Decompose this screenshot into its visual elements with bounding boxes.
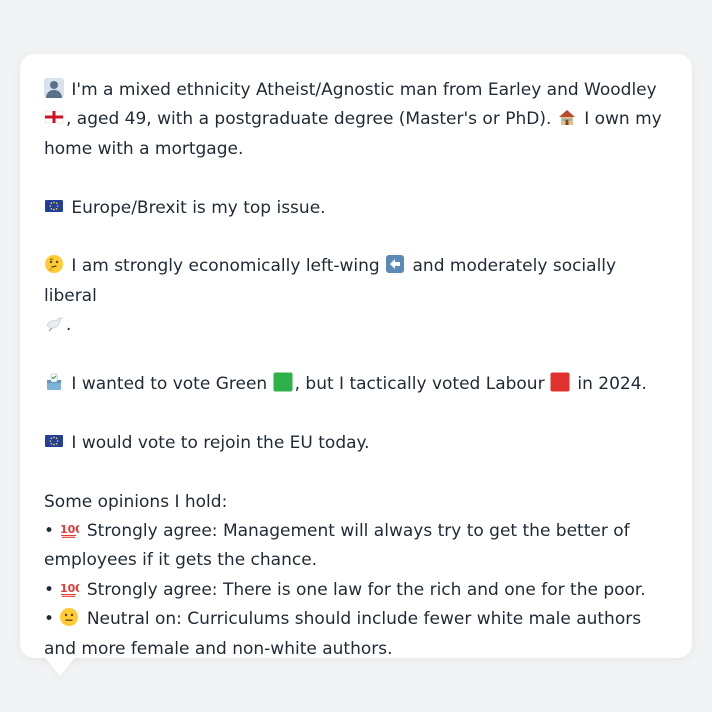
bubble-tail [42,654,78,676]
eu-text: I would vote to rejoin the EU today. [71,432,370,453]
green-square-icon [273,372,293,392]
economic-paragraph: I am strongly economically left-wing and… [44,252,668,340]
bullet: • [44,609,55,630]
neutral-face-icon [59,607,79,627]
person-icon [44,78,64,98]
eu-paragraph: I would vote to rejoin the EU today. [44,429,668,458]
ballot-box-icon [44,372,64,392]
vote-text-3: in 2024. [577,374,647,395]
identity-text-2: , aged 49, with a postgraduate degree (M… [66,109,552,130]
bullet: • [44,579,55,600]
opinion-text: Neutral on: Curriculums should include f… [44,609,642,659]
england-flag-icon [44,107,64,127]
eu-flag-icon [44,431,64,451]
eu-flag-icon [44,196,64,216]
opinion-item: • 100 Strongly agree: There is one law f… [44,576,668,605]
profile-bubble: I'm a mixed ethnicity Atheist/Agnostic m… [20,54,692,659]
identity-paragraph: I'm a mixed ethnicity Atheist/Agnostic m… [44,76,668,164]
red-square-icon [550,372,570,392]
opinions-section: Some opinions I hold: • 100 Strongly agr… [44,488,668,664]
hundred-points-icon: 100 [59,519,79,539]
economic-text-1: I am strongly economically left-wing [71,256,380,277]
vote-text-2: , but I tactically voted Labour [294,374,545,395]
vote-text-1: I wanted to vote Green [71,374,268,395]
hundred-points-icon: 100 [59,578,79,598]
svg-text:100: 100 [60,582,79,595]
thinking-face-icon [44,254,64,274]
svg-text:100: 100 [60,523,79,536]
identity-text: I'm a mixed ethnicity Atheist/Agnostic m… [71,80,657,100]
vote-paragraph: I wanted to vote Green , but I tacticall… [44,370,668,399]
bullet: • [44,521,55,542]
opinion-text: Strongly agree: Management will always t… [44,521,630,571]
dove-icon [44,313,64,333]
left-arrow-icon [385,254,405,274]
economic-text-3: . [66,315,72,336]
opinion-item: • Neutral on: Curriculums should include… [44,605,668,664]
house-icon [557,107,577,127]
issue-text: Europe/Brexit is my top issue. [71,197,326,218]
opinions-heading: Some opinions I hold: [44,491,228,512]
opinion-text: Strongly agree: There is one law for the… [86,579,646,600]
issue-paragraph: Europe/Brexit is my top issue. [44,194,668,223]
opinion-item: • 100 Strongly agree: Management will al… [44,517,668,576]
